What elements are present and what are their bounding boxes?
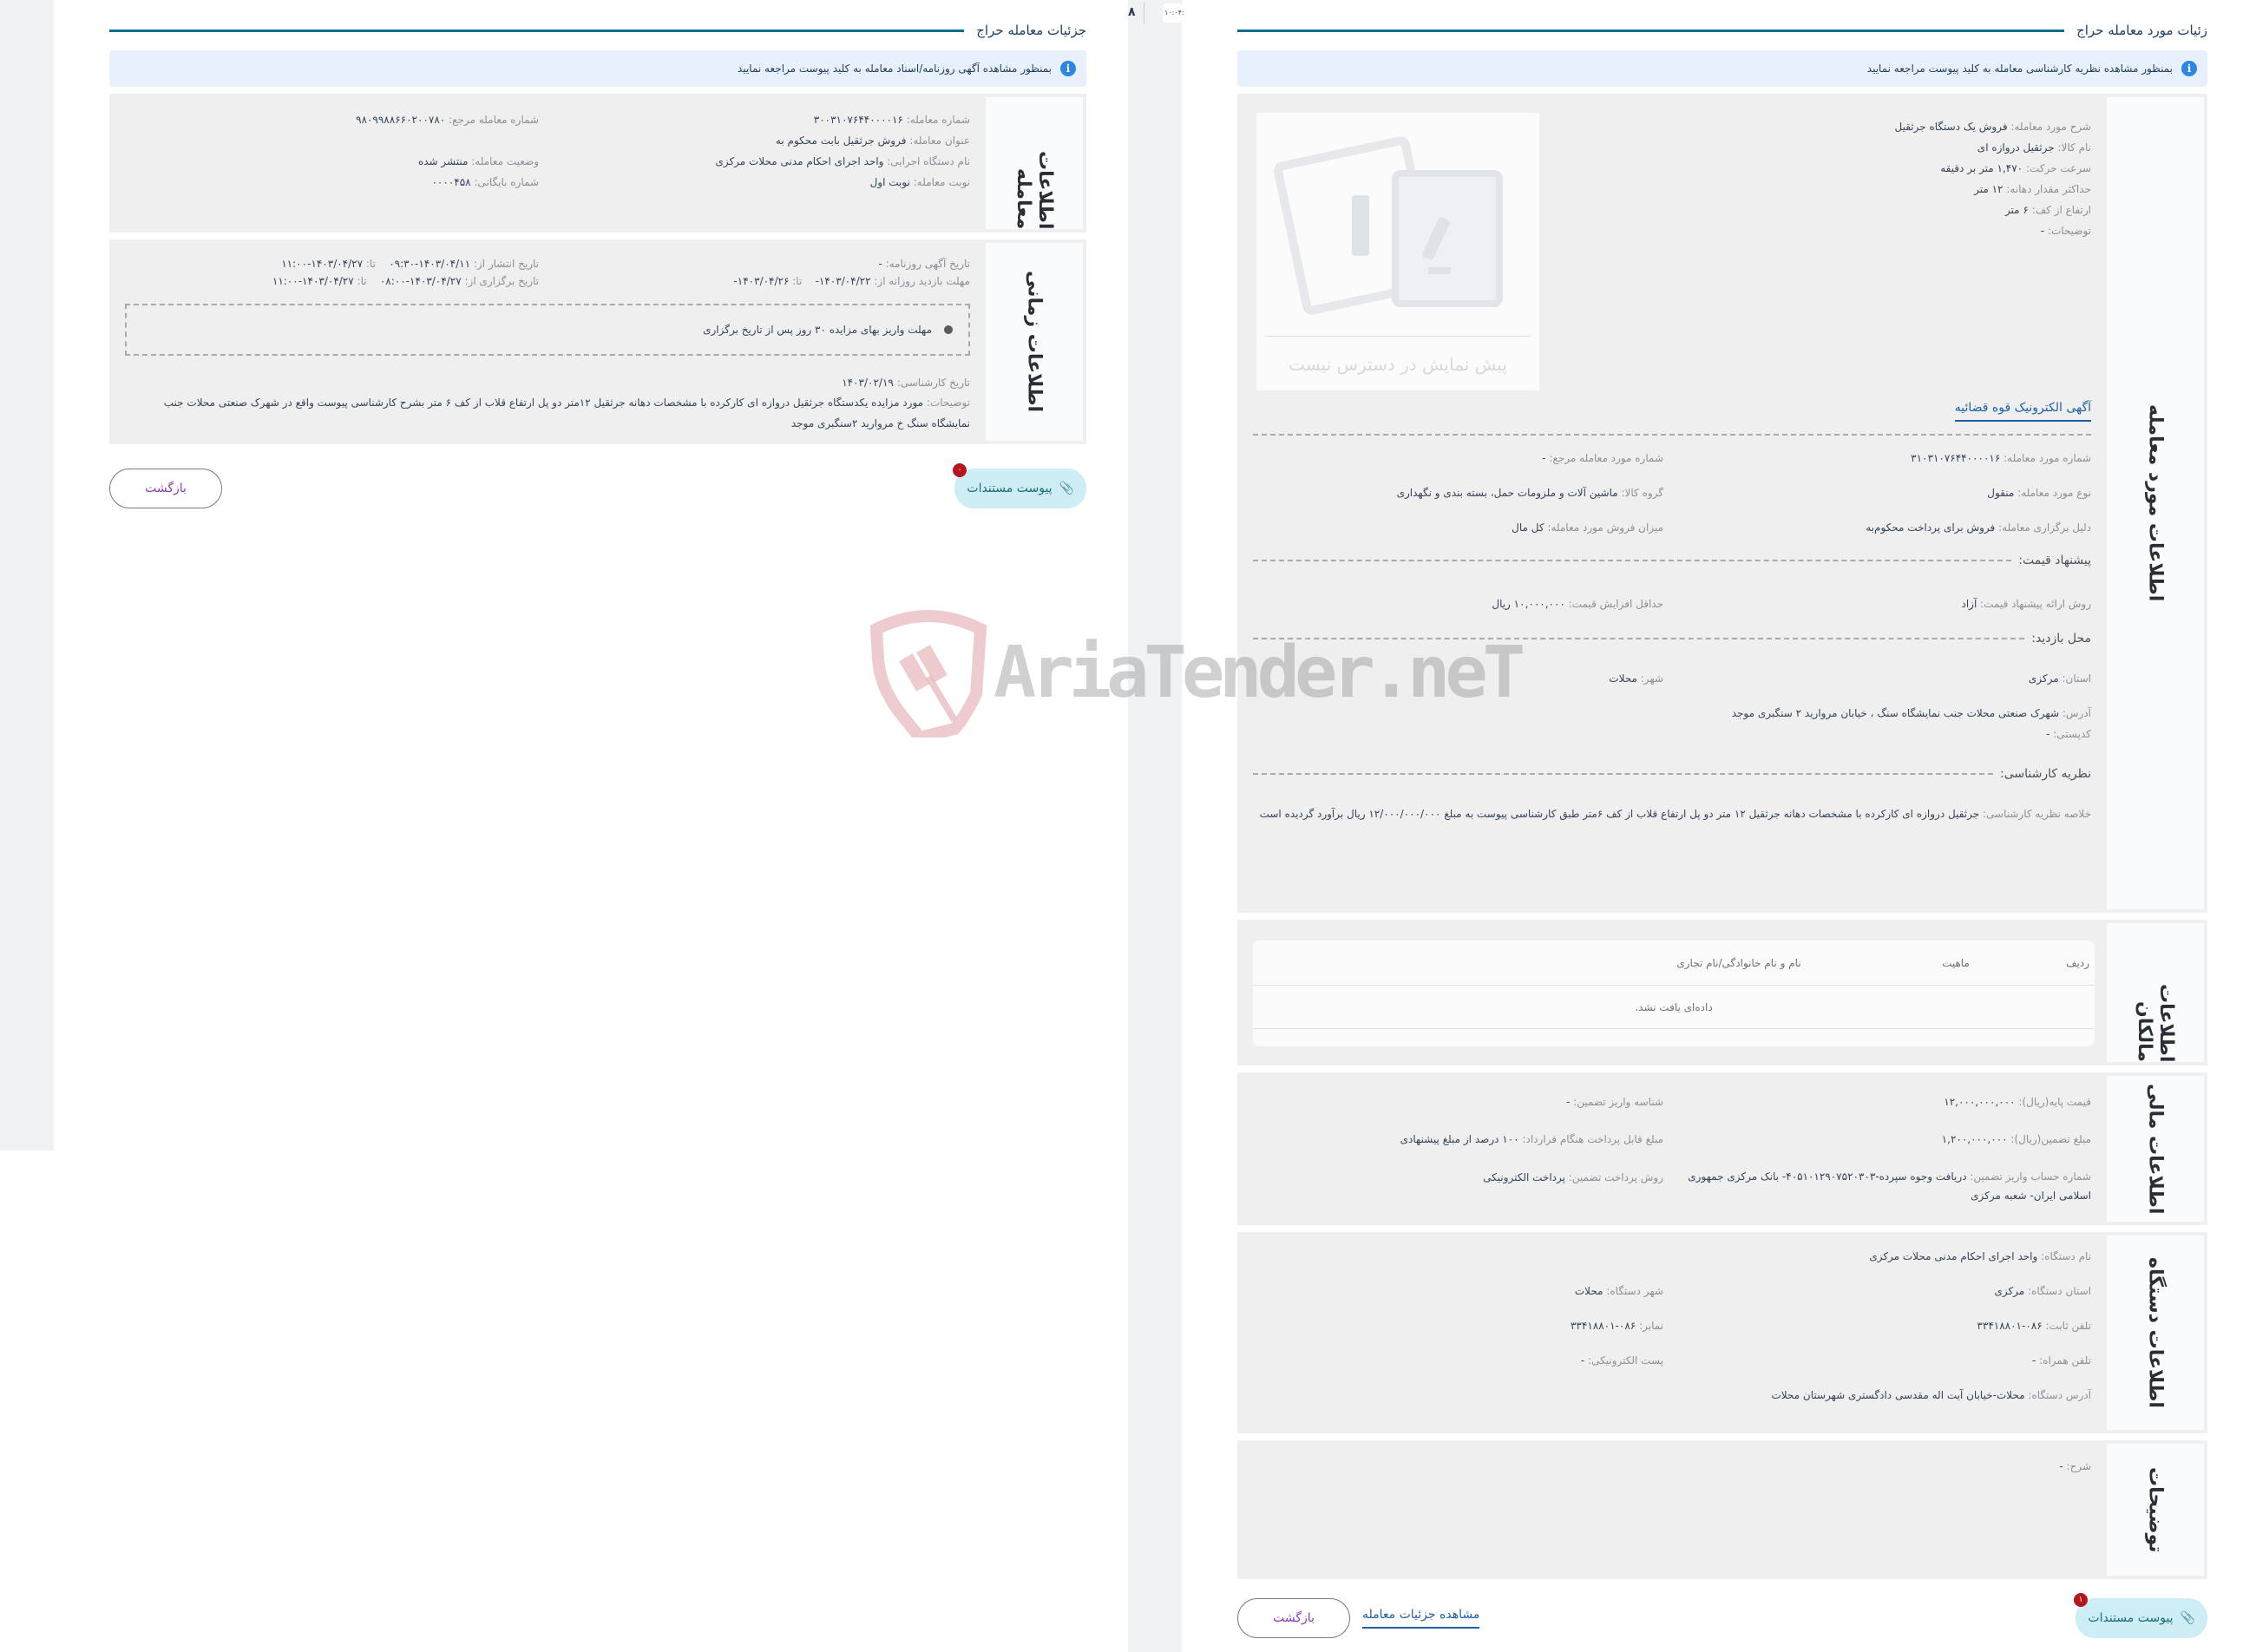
item-details-panel: زئیات مورد معامله حراج i بمنظور مشاهده ن… <box>1237 0 2207 1638</box>
attachment-count-badge: ۰ <box>953 463 967 477</box>
empty-state: داده‌ای یافت نشد. <box>1253 986 2095 1029</box>
info-banner: i بمنظور مشاهده نظریه کارشناسی معامله به… <box>1237 50 2207 87</box>
title-underline <box>1237 29 2065 32</box>
clock-fragment: ۱۰:۰۴: <box>1163 3 1184 23</box>
left-gutter <box>0 0 54 1150</box>
expert-opinion-heading: نظریه کارشناسی: <box>1253 767 2091 781</box>
payable-amount: مبلغ قابل پرداخت هنگام قرارداد: ۱۰۰ درصد… <box>1400 1133 1663 1146</box>
view-deal-details-link[interactable]: مشاهده جزئیات معامله <box>1362 1608 1480 1629</box>
ref-number: شماره معامله مرجع: ۹۸۰۹۹۸۸۶۶۰۲۰۰۷۸۰ <box>356 114 539 126</box>
goods-group: گروه کالا: ماشین آلات و ملزومات حمل، بست… <box>1396 487 1663 499</box>
hold-window: تاریخ برگزاری از: ۱۴۰۳/۰۴/۲۷-۰۸:۰۰ تا: ۱… <box>272 275 539 287</box>
agency-fax: نمابر: ۰۸۶-۳۳۴۱۸۸۰۱ <box>1570 1320 1663 1332</box>
item-number: شماره مورد معامله: ۳۱۰۳۱۰۷۶۴۴۰۰۰۰۱۶ <box>1911 452 2091 464</box>
expert-summary: خلاصه نظریه کارشناسی: جرثقیل دروازه ای ک… <box>1259 808 2091 820</box>
section-label: اطلاعات دستگاه <box>2107 1236 2204 1430</box>
time-description: توضیحات: مورد مزایده یکدستگاه جرثقیل درو… <box>163 397 970 429</box>
section-agency: اطلاعات دستگاه نام دستگاه: واحد اجرای اح… <box>1237 1232 2207 1433</box>
deal-status: وضعیت معامله: منتشر شده <box>417 155 539 167</box>
title-underline <box>109 29 965 32</box>
item-type: نوع مورد معامله: منقول <box>1987 487 2091 499</box>
payment-method: روش پرداخت تضمین: پرداخت الکترونیکی <box>1483 1170 1663 1183</box>
section-label: اطلاعات زمانی <box>986 243 1083 441</box>
province: استان: مرکزی <box>2028 672 2091 685</box>
sale-amount: میزان فروش مورد معامله: کل مال <box>1512 521 1663 534</box>
newspaper-date: تاریخ آگهی روزنامه: - <box>878 258 970 270</box>
archive-number: شماره بایگانی: ۰۰۰۰۴۵۸ <box>431 176 539 188</box>
info-icon: i <box>1060 61 1076 76</box>
agency-city: شهر دستگاه: محلات <box>1574 1285 1663 1297</box>
panel-title: زئیات مورد معامله حراج <box>2076 23 2207 38</box>
executor: نام دستگاه اجرایی: واحد اجرای احکام مدنی… <box>715 155 970 167</box>
section-label: اطلاعات مالی <box>2107 1076 2204 1222</box>
payment-notice: مهلت واریز بهای مزایده ۳۰ روز پس از تاری… <box>125 304 970 356</box>
section-time-info: اطلاعات زمانی تاریخ آگهی روزنامه: - مهلت… <box>109 239 1086 444</box>
section-label: اطلاعات معامله <box>986 97 1083 229</box>
agency-mobile: تلفن همراه: - <box>2031 1354 2091 1367</box>
price-offer-heading: پیشنهاد قیمت: <box>1253 554 2091 567</box>
back-button[interactable]: بازگشت <box>1237 1598 1350 1638</box>
table-header: ردیف ماهیت نام و نام خانوادگی/نام تجاری <box>1253 941 2095 986</box>
visit-address: آدرس: شهرک صنعتی محلات جنب نمایشگاه سنگ … <box>1731 707 2091 719</box>
section-item-info: اطلاعات مورد معامله پیش نمایش در دسترس ن… <box>1237 94 2207 913</box>
paperclip-icon: 📎 <box>2180 1611 2195 1625</box>
agency-province: استان دستگاه: مرکزی <box>1994 1285 2091 1297</box>
deal-round: نوبت معامله: نوبت اول <box>869 176 970 188</box>
attach-documents-button[interactable]: 📎 پیوست مستندات ۰ <box>953 463 1086 508</box>
middle-gutter <box>1128 0 1182 1652</box>
dashed-divider <box>1253 434 2091 436</box>
info-text: بمنظور مشاهده آگهی روزنامه/اسناد معامله … <box>738 62 1052 75</box>
deal-title: عنوان معامله: فروش جرثقیل بابت محکوم به <box>775 134 970 147</box>
col-type: ماهیت <box>1942 956 1970 969</box>
visit-location-heading: محل بازدید: <box>1253 632 2091 646</box>
attachment-count-badge: ۱ <box>2074 1593 2088 1607</box>
section-owners: اطلاعات مالکان ردیف ماهیت نام و نام خانو… <box>1237 920 2207 1065</box>
owners-table: ردیف ماهیت نام و نام خانوادگی/نام تجاری … <box>1253 941 2095 1046</box>
attach-documents-button[interactable]: 📎 پیوست مستندات ۱ <box>2074 1593 2207 1638</box>
postal-code: کدپستی: - <box>2046 728 2091 740</box>
back-button[interactable]: بازگشت <box>109 469 222 508</box>
info-text: بمنظور مشاهده نظریه کارشناسی معامله به ک… <box>1866 62 2173 75</box>
agency-phone: تلفن ثابت: ۰۸۶-۳۳۴۱۸۸۰۱ <box>1977 1320 2091 1332</box>
col-name: نام و نام خانوادگی/نام تجاری <box>1676 956 1801 969</box>
judiciary-ad-link[interactable]: آگهی الکترونیک قوه قضائیه <box>1954 401 2091 422</box>
preview-unavailable-text: پیش نمایش در دسترس نیست <box>1289 354 1507 375</box>
section-deal-info: اطلاعات معامله شماره معامله: ۳۰۰۳۱۰۷۶۴۴۰… <box>109 94 1086 233</box>
section-label: اطلاعات مالکان <box>2107 923 2204 1062</box>
bullet-icon <box>944 325 953 334</box>
col-row: ردیف <box>2066 956 2089 969</box>
expert-date: تاریخ کارشناسی: ۱۴۰۳/۰۲/۱۹ <box>842 377 970 389</box>
price-method: روش ارائه پیشنهاد قیمت: آزاد <box>1961 598 2092 610</box>
notes-description: شرح: - <box>2059 1460 2091 1472</box>
agency-name: نام دستگاه: واحد اجرای احکام مدنی محلات … <box>1869 1250 2091 1262</box>
info-icon: i <box>2181 61 2197 76</box>
panel-title: جزئیات معامله حراج <box>976 23 1086 38</box>
paperclip-icon: 📎 <box>1059 482 1074 495</box>
agency-address: آدرس دستگاه: محلات-خیابان آیت اله مقدسی … <box>1771 1389 2091 1401</box>
deal-number: شماره معامله: ۳۰۰۳۱۰۷۶۴۴۰۰۰۰۱۶ <box>813 114 970 126</box>
city: شهر: محلات <box>1609 672 1663 685</box>
base-price: قیمت پایه(ریال): ۱۲,۰۰۰,۰۰۰,۰۰۰ <box>1944 1096 2091 1108</box>
guarantee-account: شماره حساب واریز تضمین: دریافت وجوه سپرد… <box>1688 1170 2091 1202</box>
publish-window: تاریخ انتشار از: ۱۴۰۳/۰۴/۱۱-۰۹:۳۰ تا: ۱۴… <box>281 258 539 270</box>
guarantee-amount: مبلغ تضمین(ریال): ۱,۲۰۰,۰۰۰,۰۰۰ <box>1941 1133 2091 1146</box>
section-financial: اطلاعات مالی قیمت پایه(ریال): ۱۲,۰۰۰,۰۰۰… <box>1237 1072 2207 1225</box>
deal-details-panel: جزئیات معامله حراج i بمنظور مشاهده آگهی … <box>109 0 1086 508</box>
section-notes: توضیحات شرح: - <box>1237 1440 2207 1579</box>
section-label: توضیحات <box>2107 1444 2204 1576</box>
section-label: اطلاعات مورد معامله <box>2107 97 2204 909</box>
edge-glyph: ۸ <box>1128 5 1136 19</box>
holding-reason: دلیل برگزاری معامله: فروش برای پرداخت مح… <box>1866 521 2091 534</box>
guarantee-id: شناسه واریز تضمین: - <box>1566 1096 1663 1108</box>
gavel-placeholder-icon <box>1274 136 1503 315</box>
image-preview-placeholder: پیش نمایش در دسترس نیست <box>1256 113 1539 390</box>
item-ref-number: شماره مورد معامله مرجع: - <box>1542 452 1663 464</box>
min-increase: حداقل افزایش قیمت: ۱۰,۰۰۰,۰۰۰ ریال <box>1492 598 1663 610</box>
visit-window: مهلت بازدید روزانه از: ۱۴۰۳/۰۴/۲۲- تا: ۱… <box>733 275 970 287</box>
info-banner: i بمنظور مشاهده آگهی روزنامه/اسناد معامل… <box>109 50 1086 87</box>
agency-email: پست الکترونیکی: - <box>1580 1354 1663 1367</box>
